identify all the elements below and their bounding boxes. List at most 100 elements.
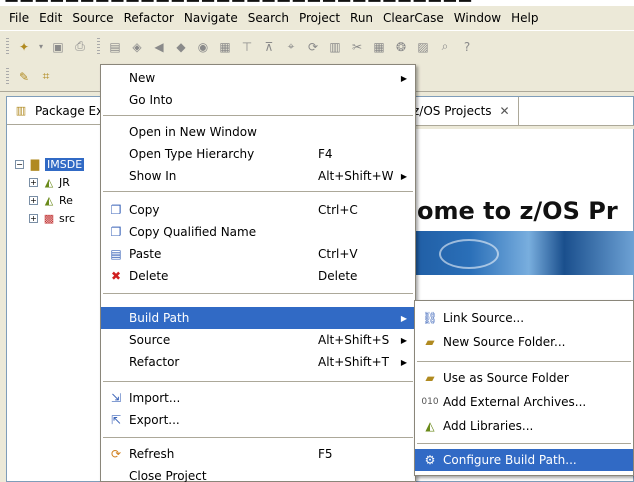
toolbar-grip[interactable] xyxy=(97,37,100,56)
menu-item-copy[interactable]: ❐ Copy Ctrl+C xyxy=(101,199,415,221)
menu-item-label: Use as Source Folder xyxy=(443,371,569,385)
menu-item-source[interactable]: Source Alt+Shift+S ▶ xyxy=(101,329,415,351)
menu-edit[interactable]: Edit xyxy=(34,9,67,27)
tab-label: Package Ex xyxy=(35,103,104,118)
submenu-item-add-libraries[interactable]: ◭ Add Libraries... xyxy=(415,415,633,437)
menu-item-open-type-hierarchy[interactable]: Open Type Hierarchy F4 xyxy=(101,143,415,165)
expand-icon[interactable]: + xyxy=(29,213,38,223)
menu-item-label: Link Source... xyxy=(443,311,525,325)
chevron-down-icon[interactable]: ▾ xyxy=(37,39,45,55)
menu-run[interactable]: Run xyxy=(345,9,378,27)
menu-window[interactable]: Window xyxy=(449,9,506,27)
submenu-item-add-external-archives[interactable]: 010 Add External Archives... xyxy=(415,391,633,413)
tree-item-label: JR xyxy=(59,175,70,189)
copy-icon: ❐ xyxy=(110,203,122,217)
grid-icon[interactable]: ▦ xyxy=(370,39,388,55)
menu-clearcase[interactable]: ClearCase xyxy=(378,9,449,27)
paste-icon: ▤ xyxy=(110,247,122,261)
menu-item-label: Export... xyxy=(129,413,180,427)
link-source-icon: ⛓ xyxy=(422,311,438,325)
expand-icon[interactable]: + xyxy=(29,195,38,205)
menu-help[interactable]: Help xyxy=(506,9,543,27)
settings-icon[interactable]: ❂ xyxy=(392,39,410,55)
toolbar-grip[interactable] xyxy=(6,67,9,86)
expand-icon[interactable]: + xyxy=(29,177,38,187)
menu-item-label: Refresh xyxy=(129,447,175,461)
menu-item-new[interactable]: New ▶ xyxy=(101,67,415,89)
save-icon[interactable]: ▣ xyxy=(49,39,67,55)
binary-icon[interactable]: ▨ xyxy=(414,39,432,55)
collapse-icon[interactable]: − xyxy=(15,159,24,169)
compare-icon[interactable]: ▥ xyxy=(326,39,344,55)
menu-item-open-in-new-window[interactable]: Open in New Window xyxy=(101,121,415,143)
forward-icon[interactable]: ◆ xyxy=(172,39,190,55)
task-icon[interactable]: ▦ xyxy=(216,39,234,55)
welcome-heading: ome to z/OS Pr xyxy=(417,197,618,225)
banner-swoosh xyxy=(439,239,499,269)
submenu-item-configure-build-path[interactable]: ⚙ Configure Build Path... xyxy=(415,449,633,471)
menu-refactor[interactable]: Refactor xyxy=(119,9,179,27)
submenu-arrow-icon: ▶ xyxy=(400,313,407,323)
run-icon[interactable]: ◉ xyxy=(194,39,212,55)
menu-project[interactable]: Project xyxy=(294,9,345,27)
new-source-folder-icon: ▰ xyxy=(425,335,435,349)
toolbar-grip[interactable] xyxy=(6,37,9,56)
menu-item-label: Show In xyxy=(129,169,177,183)
menu-item-refactor[interactable]: Refactor Alt+Shift+T ▶ xyxy=(101,351,415,373)
filter-icon[interactable]: ⊼ xyxy=(260,39,278,55)
menu-item-label: New xyxy=(129,71,156,85)
menu-item-copy-qualified-name[interactable]: ❐ Copy Qualified Name xyxy=(101,221,415,243)
use-source-folder-icon: ▰ xyxy=(425,371,435,385)
menu-separator xyxy=(417,443,631,444)
submenu-item-use-as-source-folder[interactable]: ▰ Use as Source Folder xyxy=(415,367,633,389)
menu-item-label: Add External Archives... xyxy=(443,395,587,409)
new-wizard-icon[interactable]: ✦ xyxy=(15,39,33,55)
open-project-icon[interactable]: ✎ xyxy=(15,69,33,85)
submenu-item-link-source[interactable]: ⛓ Link Source... xyxy=(415,307,633,329)
sync-icon[interactable]: ⟳ xyxy=(304,39,322,55)
menu-item-label: Open in New Window xyxy=(129,125,257,139)
close-icon[interactable]: ✕ xyxy=(500,104,510,118)
back-icon[interactable]: ◀ xyxy=(150,39,168,55)
build-icon[interactable]: ▤ xyxy=(106,39,124,55)
cut-icon[interactable]: ✂ xyxy=(348,39,366,55)
menu-search[interactable]: Search xyxy=(243,9,294,27)
menu-item-go-into[interactable]: Go Into xyxy=(101,89,415,111)
help-icon[interactable]: ? xyxy=(458,39,476,55)
menu-item-label: Refactor xyxy=(129,355,180,369)
menu-source[interactable]: Source xyxy=(67,9,118,27)
debug-icon[interactable]: ◈ xyxy=(128,39,146,55)
menu-item-shortcut: Alt+Shift+W xyxy=(318,169,394,183)
menu-item-show-in[interactable]: Show In Alt+Shift+W ▶ xyxy=(101,165,415,187)
menu-item-delete[interactable]: ✖ Delete Delete xyxy=(101,265,415,287)
submenu-arrow-icon: ▶ xyxy=(400,171,407,181)
menu-item-label: Import... xyxy=(129,391,181,405)
menu-item-export[interactable]: ⇱ Export... xyxy=(101,409,415,431)
open-type-icon[interactable]: ⌗ xyxy=(37,69,55,85)
menu-item-label: Go Into xyxy=(129,93,173,107)
tab-underline xyxy=(399,125,634,129)
menu-item-label: Configure Build Path... xyxy=(443,453,577,467)
tree-item-label: Re xyxy=(59,193,73,207)
link-icon[interactable]: ⌖ xyxy=(282,39,300,55)
source-folder-icon: ▩ xyxy=(43,211,55,225)
menu-file[interactable]: File xyxy=(4,9,34,27)
submenu-item-new-source-folder[interactable]: ▰ New Source Folder... xyxy=(415,331,633,353)
menu-item-paste[interactable]: ▤ Paste Ctrl+V xyxy=(101,243,415,265)
build-path-submenu: ⛓ Link Source... ▰ New Source Folder... … xyxy=(414,300,634,476)
menu-item-import[interactable]: ⇲ Import... xyxy=(101,387,415,409)
welcome-banner xyxy=(399,231,634,275)
context-menu: New ▶ Go Into Open in New Window Open Ty… xyxy=(100,64,416,482)
bookmark-icon[interactable]: ⊤ xyxy=(238,39,256,55)
print-icon[interactable]: ⎙ xyxy=(71,39,89,55)
menu-item-label: Delete xyxy=(129,269,169,283)
menu-navigate[interactable]: Navigate xyxy=(179,9,243,27)
package-explorer-icon: ▥ xyxy=(15,104,27,117)
search-icon[interactable]: ⌕ xyxy=(436,39,454,55)
menu-separator xyxy=(103,293,413,294)
menu-item-close-project[interactable]: Close Project xyxy=(101,465,415,482)
menu-item-refresh[interactable]: ⟳ Refresh F5 xyxy=(101,443,415,465)
menu-item-label: Open Type Hierarchy xyxy=(129,147,255,161)
menu-item-build-path[interactable]: Build Path ▶ xyxy=(101,307,415,329)
tab-zos-projects[interactable]: z/OS Projects ✕ xyxy=(399,97,519,125)
